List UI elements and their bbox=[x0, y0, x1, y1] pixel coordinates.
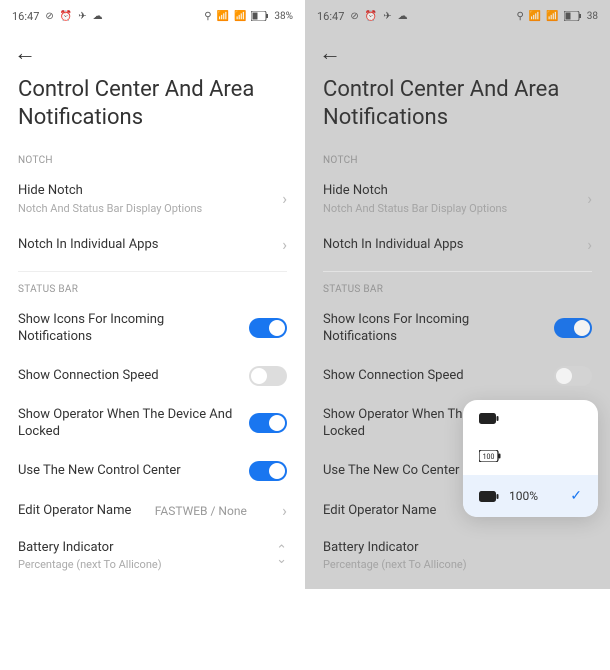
screen-left: 16:47 ⊘ ⏰ ✈ ☁ ⚲ 📶 📶 38% ← Control Center… bbox=[0, 0, 305, 589]
conn-speed-row[interactable]: Show Connection Speed bbox=[0, 356, 305, 396]
hide-notch-row[interactable]: Hide Notch Notch And Status Bar Display … bbox=[0, 172, 305, 225]
edit-operator-label: Edit Operator Name bbox=[323, 502, 436, 520]
show-icons-toggle[interactable] bbox=[554, 318, 592, 338]
conn-speed-label: Show Connection Speed bbox=[18, 367, 159, 385]
section-notch-label: NOTCH bbox=[0, 149, 305, 172]
edit-operator-label: Edit Operator Name bbox=[18, 502, 131, 520]
section-notch-label: NOTCH bbox=[305, 149, 610, 172]
section-statusbar-label: STATUS BAR bbox=[0, 278, 305, 301]
popup-option-pct-inside[interactable]: 100 bbox=[463, 437, 598, 475]
battery-pct-inside-icon: 100 bbox=[479, 450, 501, 462]
wifi-icon: 📶 bbox=[546, 11, 558, 22]
conn-speed-label: Show Connection Speed bbox=[323, 367, 464, 385]
hide-notch-label: Hide Notch bbox=[18, 182, 274, 200]
svg-text:100: 100 bbox=[483, 453, 495, 461]
divider bbox=[323, 271, 592, 272]
signal-icon: 📶 bbox=[217, 11, 229, 22]
chevron-right-icon: › bbox=[587, 235, 592, 254]
updown-icon: ⌃⌄ bbox=[276, 546, 287, 564]
show-icons-row[interactable]: Show Icons For Incoming Notifications bbox=[0, 301, 305, 356]
show-icons-label: Show Icons For Incoming Notifications bbox=[18, 311, 241, 346]
notch-individual-label: Notch In Individual Apps bbox=[18, 236, 274, 254]
screen-right: 16:47 ⊘ ⏰ ✈ ☁ ⚲ 📶 📶 38 ← Control Center … bbox=[305, 0, 610, 589]
chevron-right-icon: › bbox=[282, 501, 287, 520]
telegram-icon: ✈ bbox=[383, 11, 391, 22]
status-bar: 16:47 ⊘ ⏰ ✈ ☁ ⚲ 📶 📶 38% bbox=[0, 0, 305, 32]
notch-individual-label: Notch In Individual Apps bbox=[323, 236, 579, 254]
battery-indicator-label: Battery Indicator bbox=[323, 539, 592, 557]
status-time: 16:47 bbox=[12, 10, 39, 23]
wifi-icon: 📶 bbox=[234, 11, 246, 22]
battery-pct: 38 bbox=[587, 11, 598, 22]
battery-indicator-label: Battery Indicator bbox=[18, 539, 276, 557]
popup-option-icon-only[interactable] bbox=[463, 400, 598, 437]
nav-bar: ← bbox=[305, 32, 610, 76]
page-title: Control Center And Area Notifications bbox=[18, 76, 287, 131]
back-arrow-icon[interactable]: ← bbox=[14, 41, 36, 66]
hide-notch-sub: Notch And Status Bar Display Options bbox=[323, 202, 579, 215]
cloud-icon: ☁ bbox=[398, 11, 408, 22]
battery-full-icon bbox=[479, 491, 499, 502]
new-cc-label: Use The New Co Center bbox=[323, 462, 459, 480]
signal-icon: 📶 bbox=[529, 11, 541, 22]
battery-indicator-sub: Percentage (next To Allicone) bbox=[18, 558, 276, 571]
check-icon: ✓ bbox=[570, 488, 582, 504]
status-time: 16:47 bbox=[317, 10, 344, 23]
battery-indicator-row[interactable]: Battery Indicator Percentage (next To Al… bbox=[0, 531, 305, 590]
battery-icon bbox=[251, 11, 269, 21]
nav-bar: ← bbox=[0, 32, 305, 76]
status-right: ⚲ 📶 📶 38% bbox=[204, 11, 293, 22]
battery-indicator-sub: Percentage (next To Allicone) bbox=[323, 558, 592, 571]
edit-operator-row[interactable]: Edit Operator Name FASTWEB / None › bbox=[0, 491, 305, 531]
status-left: 16:47 ⊘ ⏰ ✈ ☁ bbox=[12, 10, 103, 23]
chevron-right-icon: › bbox=[587, 189, 592, 208]
status-left: 16:47 ⊘ ⏰ ✈ ☁ bbox=[317, 10, 408, 23]
alarm-icon: ⏰ bbox=[60, 11, 72, 22]
section-statusbar-label: STATUS BAR bbox=[305, 278, 610, 301]
dnd-icon: ⊘ bbox=[350, 11, 358, 22]
conn-speed-row[interactable]: Show Connection Speed bbox=[305, 356, 610, 396]
battery-indicator-row[interactable]: Battery Indicator Percentage (next To Al… bbox=[305, 531, 610, 590]
alarm-icon: ⏰ bbox=[365, 11, 377, 22]
status-right: ⚲ 📶 📶 38 bbox=[517, 11, 598, 22]
new-cc-toggle[interactable] bbox=[249, 461, 287, 481]
bluetooth-icon: ⚲ bbox=[517, 11, 524, 22]
status-bar: 16:47 ⊘ ⏰ ✈ ☁ ⚲ 📶 📶 38 bbox=[305, 0, 610, 32]
battery-indicator-popup: 100 100% ✓ bbox=[463, 400, 598, 517]
edit-operator-value: FASTWEB / None bbox=[155, 504, 247, 518]
battery-full-icon bbox=[479, 413, 499, 424]
chevron-right-icon: › bbox=[282, 189, 287, 208]
popup-option-pct-next[interactable]: 100% ✓ bbox=[463, 475, 598, 517]
dnd-icon: ⊘ bbox=[45, 11, 53, 22]
notch-individual-row[interactable]: Notch In Individual Apps › bbox=[305, 225, 610, 265]
battery-icon bbox=[564, 11, 582, 21]
operator-locked-row[interactable]: Show Operator When The Device And Locked bbox=[0, 396, 305, 451]
notch-individual-row[interactable]: Notch In Individual Apps › bbox=[0, 225, 305, 265]
back-arrow-icon[interactable]: ← bbox=[319, 41, 341, 66]
conn-speed-toggle[interactable] bbox=[249, 366, 287, 386]
chevron-right-icon: › bbox=[282, 235, 287, 254]
conn-speed-toggle[interactable] bbox=[554, 366, 592, 386]
new-cc-label: Use The New Control Center bbox=[18, 462, 181, 480]
hide-notch-label: Hide Notch bbox=[323, 182, 579, 200]
telegram-icon: ✈ bbox=[78, 11, 86, 22]
bluetooth-icon: ⚲ bbox=[204, 11, 211, 22]
cloud-icon: ☁ bbox=[93, 11, 103, 22]
show-icons-label: Show Icons For Incoming Notifications bbox=[323, 311, 546, 346]
page-title: Control Center And Area Notifications bbox=[323, 76, 592, 131]
new-cc-row[interactable]: Use The New Control Center bbox=[0, 451, 305, 491]
popup-option-text: 100% bbox=[509, 489, 538, 503]
operator-locked-label: Show Operator When The Device And Locked bbox=[18, 406, 241, 441]
operator-locked-toggle[interactable] bbox=[249, 413, 287, 433]
show-icons-toggle[interactable] bbox=[249, 318, 287, 338]
battery-pct: 38% bbox=[274, 11, 293, 22]
hide-notch-sub: Notch And Status Bar Display Options bbox=[18, 202, 274, 215]
hide-notch-row[interactable]: Hide Notch Notch And Status Bar Display … bbox=[305, 172, 610, 225]
divider bbox=[18, 271, 287, 272]
show-icons-row[interactable]: Show Icons For Incoming Notifications bbox=[305, 301, 610, 356]
